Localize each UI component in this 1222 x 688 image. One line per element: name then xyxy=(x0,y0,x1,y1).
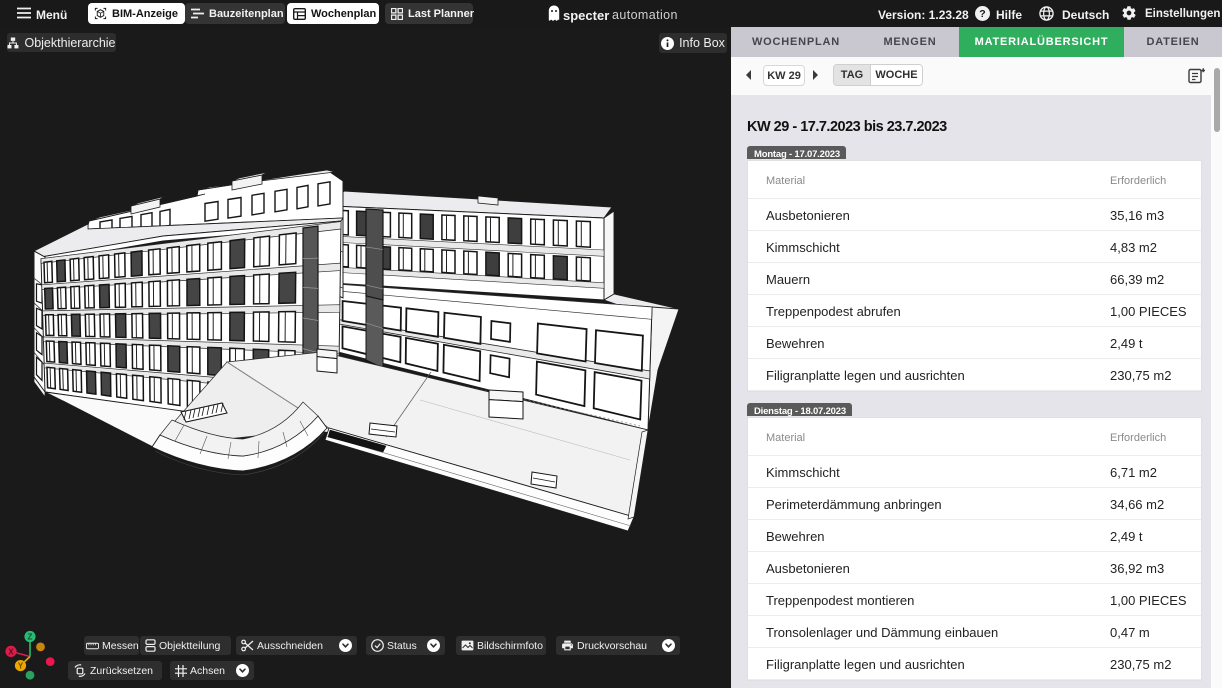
svg-text:Y: Y xyxy=(18,662,24,671)
svg-text:?: ? xyxy=(979,8,985,20)
svg-text:X: X xyxy=(8,647,14,656)
svg-text:Z: Z xyxy=(28,632,33,641)
